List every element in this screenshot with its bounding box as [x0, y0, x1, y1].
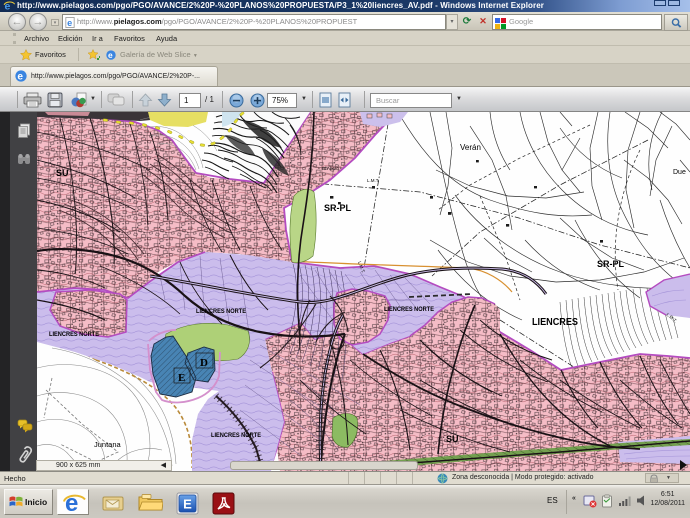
svg-text:D: D [200, 357, 208, 369]
svg-text:LIENCRES NORTE: LIENCRES NORTE [384, 307, 434, 313]
svg-text:LIENCRES NORTE: LIENCRES NORTE [196, 309, 246, 315]
svg-text:e: e [67, 18, 72, 28]
svg-text:e: e [65, 491, 78, 515]
svg-text:Verán: Verán [460, 143, 481, 152]
svg-text:LIENCRES NORTE: LIENCRES NORTE [49, 332, 99, 338]
svg-text:SU: SU [446, 434, 459, 444]
svg-text:SR-PL: SR-PL [597, 259, 625, 269]
svg-text:e: e [108, 50, 113, 60]
svg-text:E: E [178, 372, 185, 384]
svg-text:e: e [17, 72, 23, 82]
svg-text:SU: SU [56, 168, 69, 178]
svg-text:E: E [183, 497, 192, 512]
svg-text:LIENCRES: LIENCRES [532, 317, 578, 328]
svg-text:LIENCRES NORTE: LIENCRES NORTE [211, 433, 261, 439]
svg-text:L.M.T.: L.M.T. [367, 178, 379, 183]
svg-text:Juntana: Juntana [94, 440, 122, 449]
svg-text:SR-PL: SR-PL [324, 203, 352, 213]
svg-text:Due: Due [673, 169, 686, 176]
svg-text:El Abrao: El Abrao [322, 166, 340, 171]
